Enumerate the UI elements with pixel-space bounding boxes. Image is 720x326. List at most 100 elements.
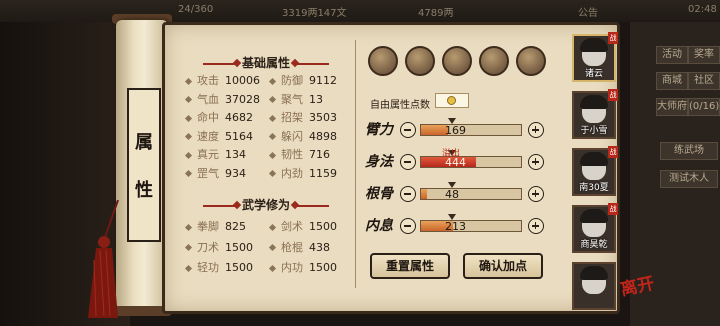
decrease-button[interactable] (400, 218, 416, 234)
stat-bullet-icon (184, 77, 193, 85)
portrait-hair (580, 266, 608, 280)
stat-value: 1159 (309, 166, 337, 180)
stat-bullet-icon (268, 151, 277, 159)
martial-title: 武学修为 (186, 196, 346, 213)
stat-bullet-icon (268, 264, 277, 272)
stat-value: 1500 (225, 261, 253, 274)
attribute-name: 根骨 (365, 186, 393, 202)
battle-tag: 战 (608, 146, 618, 158)
attribute-bar: 213 (420, 220, 522, 233)
stat-bullet-icon (184, 223, 193, 231)
attribute-bar: 48 (420, 188, 522, 201)
character-name: 诸云 (584, 69, 603, 79)
attribute-bar-fill (421, 189, 427, 199)
armor-icon[interactable] (405, 46, 435, 76)
stat-bullet-icon (268, 132, 277, 141)
notice-button[interactable]: 公告 (578, 4, 598, 19)
ring-icon[interactable] (479, 46, 509, 76)
stat-bullet-icon (268, 169, 277, 178)
training-ground-button[interactable]: 练武场 (660, 142, 718, 160)
character-portrait[interactable]: 商昊乾 战 (572, 203, 618, 253)
increase-button[interactable] (528, 218, 544, 234)
free-points-label: 自由属性点数 (370, 100, 430, 111)
stat-bullet-icon (268, 243, 277, 252)
character-portrait[interactable]: 诸云 战 (572, 32, 618, 82)
basic-stat: 防御 9112 (268, 72, 337, 88)
basic-stat: 气血 37028 (184, 91, 260, 107)
decrease-button[interactable] (400, 122, 416, 138)
menu-community[interactable]: 社区 (688, 72, 720, 90)
stat-value: 3503 (309, 111, 337, 124)
stat-label: 防御 (281, 74, 303, 87)
stat-label: 招架 (281, 111, 303, 124)
stat-label: 剑术 (281, 220, 303, 233)
decrease-button[interactable] (400, 186, 416, 202)
coin-icon (447, 96, 456, 105)
bar-marker-icon (448, 214, 456, 220)
attribute-value: 169 (445, 124, 466, 137)
test-dummy-button[interactable]: 测试木人 (660, 170, 718, 188)
stat-bullet-icon (184, 264, 193, 272)
panel-title: 属 性 (127, 88, 161, 242)
character-portrait[interactable]: 于小雪 战 (572, 89, 618, 139)
attribute-name: 内息 (365, 218, 393, 234)
martial-stat: 剑术 1500 (268, 218, 337, 234)
portrait-hair (580, 38, 608, 52)
increase-button[interactable] (528, 122, 544, 138)
stat-value: 5164 (225, 129, 253, 143)
panel-divider (355, 40, 356, 288)
basic-stat: 罡气 934 (184, 165, 246, 181)
character-name: 于小雪 (580, 126, 608, 136)
energy-readout: 24/360 (178, 4, 214, 15)
hat-icon[interactable] (368, 46, 398, 76)
menu-master[interactable]: 大师府 (656, 98, 688, 116)
chest-icon[interactable] (442, 46, 472, 76)
stat-value: 10006 (225, 74, 260, 87)
stat-value: 9112 (309, 74, 337, 87)
stat-value: 4682 (225, 111, 253, 124)
stat-label: 气血 (197, 92, 219, 106)
basic-stat: 韧性 716 (268, 146, 330, 162)
menu-events[interactable]: 活动 (656, 46, 688, 64)
clock: 02:48 (688, 4, 717, 15)
tassel-icon (88, 200, 119, 318)
copper-readout: 3319两147文 (282, 8, 347, 19)
stat-label: 躲闪 (281, 129, 303, 143)
decrease-button[interactable] (400, 154, 416, 170)
stat-bullet-icon (268, 95, 277, 104)
battle-tag: 战 (608, 203, 618, 215)
martial-stat: 刀术 1500 (184, 239, 253, 255)
stat-label: 内功 (281, 261, 303, 274)
stat-bullet-icon (184, 169, 193, 178)
top-status-bar: 24/360 3319两147文 4789两 公告 02:48 (0, 0, 720, 22)
stat-bullet-icon (184, 243, 193, 252)
basic-stat: 聚气 13 (268, 91, 323, 107)
character-portrait[interactable] (572, 262, 616, 310)
character-portrait[interactable]: 南30夏 战 (572, 146, 618, 196)
basic-stat: 躲闪 4898 (268, 128, 337, 144)
stat-label: 刀术 (197, 240, 219, 254)
bar-marker-icon (448, 118, 456, 124)
reset-attributes-button[interactable]: 重置属性 (370, 253, 450, 279)
pearl-icon[interactable] (516, 46, 546, 76)
character-name: 商昊乾 (580, 240, 608, 250)
stat-value: 438 (309, 240, 330, 254)
basic-stat: 内劲 1159 (268, 165, 337, 181)
stat-label: 真元 (197, 148, 219, 161)
confirm-points-button[interactable]: 确认加点 (463, 253, 543, 279)
basic-attributes-title: 基础属性 (186, 54, 346, 71)
stat-value: 1500 (225, 240, 253, 254)
increase-button[interactable] (528, 186, 544, 202)
stat-value: 934 (225, 166, 246, 180)
stat-label: 轻功 (197, 261, 219, 274)
increase-button[interactable] (528, 154, 544, 170)
attribute-value: 213 (445, 220, 466, 233)
battle-tag: 战 (608, 89, 618, 101)
attribute-bar: 169 (420, 124, 522, 137)
stat-label: 拳脚 (197, 220, 219, 233)
menu-rewards[interactable]: 奖率 (688, 46, 720, 64)
menu-shop[interactable]: 商城 (656, 72, 688, 90)
stat-bullet-icon (184, 114, 193, 122)
stat-value: 13 (309, 92, 323, 106)
stat-bullet-icon (268, 77, 277, 85)
